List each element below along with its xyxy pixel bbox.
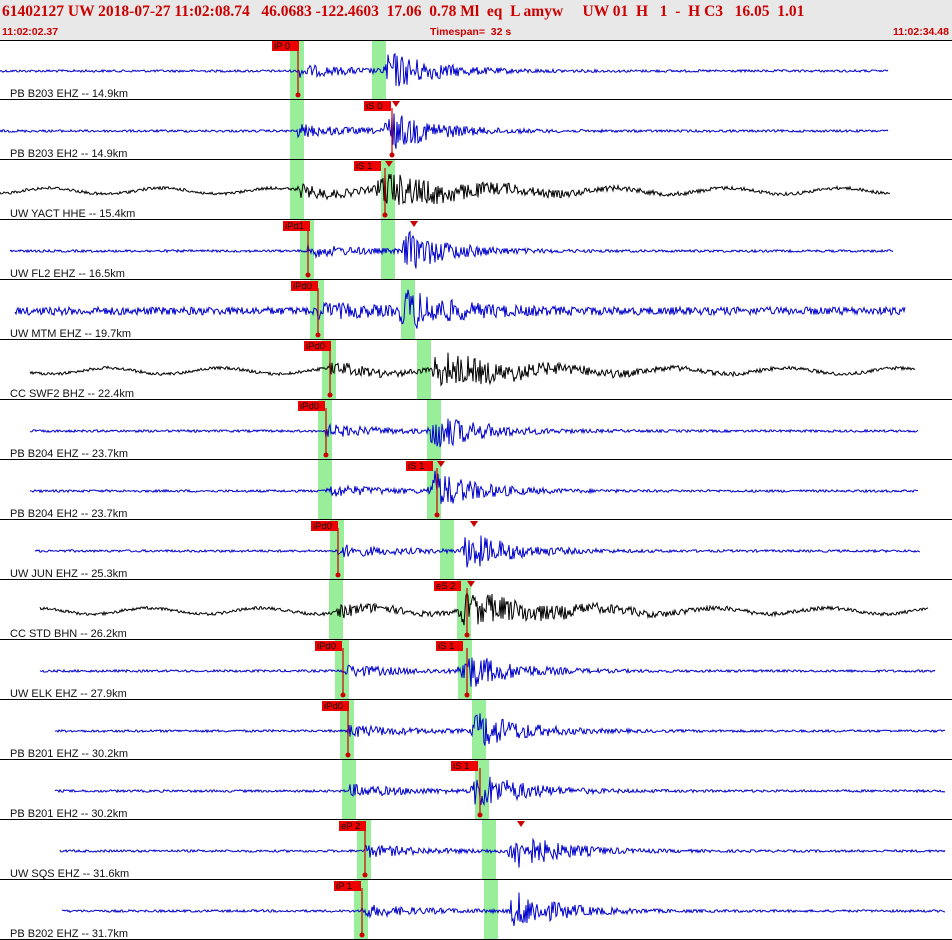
trace-label: UW MTM EHZ -- 19.7km bbox=[10, 328, 131, 340]
trace-label: UW JUN EHZ -- 25.3km bbox=[10, 568, 127, 580]
pick-dot bbox=[464, 632, 470, 638]
trace-label: PB B201 EH2 -- 30.2km bbox=[10, 808, 127, 820]
trace-label: PB B204 EHZ -- 23.7km bbox=[10, 448, 128, 460]
trace-row[interactable]: iS 1 PB B204 EH2 -- 23.7km bbox=[0, 460, 952, 520]
trace-row[interactable]: iPd0 iS 1 UW ELK EHZ -- 27.9km bbox=[0, 640, 952, 700]
trace-row[interactable]: iS 1 PB B201 EH2 -- 30.2km bbox=[0, 760, 952, 820]
pick-dot bbox=[335, 572, 341, 578]
waveform-line bbox=[9, 230, 894, 269]
trace-row[interactable]: iS 0 PB B203 EH2 -- 14.9km bbox=[0, 100, 952, 160]
trace-row[interactable]: iPd0 CC SWF2 BHZ -- 22.4km bbox=[0, 340, 952, 400]
trace-label: UW FL2 EHZ -- 16.5km bbox=[10, 268, 125, 280]
pick-label: iPd0 bbox=[313, 521, 332, 532]
start-time: 11:02:02.37 bbox=[2, 26, 59, 38]
pick-dot bbox=[315, 332, 321, 338]
trace-label: CC SWF2 BHZ -- 22.4km bbox=[10, 388, 134, 400]
pick-dot bbox=[389, 152, 395, 158]
waveform-line bbox=[39, 590, 929, 626]
pick-label: iP 0 bbox=[274, 41, 290, 52]
waveform-line bbox=[39, 657, 936, 687]
pick-dot bbox=[323, 452, 329, 458]
pick-dot bbox=[382, 212, 388, 218]
pick-dot bbox=[477, 812, 483, 818]
waveform-line bbox=[0, 113, 889, 149]
s-marker-icon bbox=[470, 521, 478, 527]
pick-dot bbox=[327, 392, 333, 398]
pick-dot bbox=[464, 692, 470, 698]
trace-label: PB B204 EH2 -- 23.7km bbox=[10, 508, 127, 520]
pick-label: iPd0 bbox=[300, 401, 319, 412]
pick-label: iS 1 bbox=[356, 161, 372, 172]
pick-label: iP 1 bbox=[336, 881, 352, 892]
trace-row[interactable]: iP 0 PB B203 EHZ -- 14.9km bbox=[0, 40, 952, 100]
pick-dot bbox=[345, 752, 351, 758]
trace-row[interactable]: iP 1 PB B202 EHZ -- 31.7km bbox=[0, 880, 952, 940]
trace-label: CC STD BHN -- 26.2km bbox=[10, 628, 127, 640]
pick-dot bbox=[305, 272, 311, 278]
waveform-line bbox=[0, 173, 891, 205]
s-window bbox=[401, 280, 415, 340]
waveform-line bbox=[29, 352, 916, 387]
waveform-line bbox=[29, 470, 919, 504]
s-marker-icon bbox=[517, 821, 525, 827]
seismogram-panel[interactable]: iP 0 PB B203 EHZ -- 14.9km iS 0 PB B203 EH2… bbox=[0, 40, 952, 940]
trace-row[interactable]: iPd1 UW FL2 EHZ -- 16.5km bbox=[0, 220, 952, 280]
trace-row[interactable]: iPd0 UW MTM EHZ -- 19.7km bbox=[0, 280, 952, 340]
trace-row[interactable]: iPd0 UW JUN EHZ -- 25.3km bbox=[0, 520, 952, 580]
waveform-line bbox=[34, 535, 921, 568]
pick-label: iS 0 bbox=[366, 101, 382, 112]
trace-row[interactable]: iPd0 PB B204 EHZ -- 23.7km bbox=[0, 400, 952, 460]
waveform-line bbox=[61, 892, 946, 927]
waveform-line bbox=[54, 776, 946, 807]
waveform-line bbox=[29, 418, 919, 448]
trace-label: PB B202 EHZ -- 31.7km bbox=[10, 928, 128, 940]
trace-row[interactable]: eP 2 UW SQS EHZ -- 31.6km bbox=[0, 820, 952, 880]
pick-dot bbox=[362, 872, 368, 878]
trace-row[interactable]: eS 2 CC STD BHN -- 26.2km bbox=[0, 580, 952, 640]
trace-label: PB B201 EHZ -- 30.2km bbox=[10, 748, 128, 760]
waveform-line bbox=[54, 713, 946, 746]
timespan-label: Timespan= 32 s bbox=[430, 26, 512, 38]
waveform-line bbox=[14, 289, 906, 329]
pick-label: iPd1 bbox=[285, 221, 304, 232]
pick-dot bbox=[359, 932, 365, 938]
pick-label: iPd0 bbox=[293, 281, 312, 292]
pick-label: iPd0 bbox=[317, 641, 336, 652]
trace-label: PB B203 EHZ -- 14.9km bbox=[10, 88, 128, 100]
pick-label: eS 2 bbox=[436, 581, 456, 592]
s-marker-icon bbox=[410, 221, 418, 227]
pick-dot bbox=[340, 692, 346, 698]
pick-dot bbox=[295, 92, 301, 98]
waveform-line bbox=[0, 52, 889, 87]
trace-row[interactable]: iS 1 UW YACT HHE -- 15.4km bbox=[0, 160, 952, 220]
trace-label: UW ELK EHZ -- 27.9km bbox=[10, 688, 127, 700]
pick-label: eP 2 bbox=[341, 821, 360, 832]
trace-label: UW YACT HHE -- 15.4km bbox=[10, 208, 135, 220]
s-marker-icon bbox=[392, 101, 400, 107]
trace-label: UW SQS EHZ -- 31.6km bbox=[10, 868, 129, 880]
pick-label: iPd0 bbox=[306, 341, 325, 352]
pick-label: iPd0 bbox=[324, 701, 343, 712]
trace-row[interactable]: iPd0 PB B201 EHZ -- 30.2km bbox=[0, 700, 952, 760]
event-header: 61402127 UW 2018-07-27 11:02:08.74 46.06… bbox=[0, 0, 952, 40]
trace-label: PB B203 EH2 -- 14.9km bbox=[10, 148, 127, 160]
pick-label: iS 1 bbox=[438, 641, 454, 652]
event-title: 61402127 UW 2018-07-27 11:02:08.74 46.06… bbox=[2, 3, 805, 20]
end-time: 11:02:34.48 bbox=[892, 26, 949, 38]
pick-label: iS 1 bbox=[453, 761, 469, 772]
pick-label: iS 1 bbox=[408, 461, 424, 472]
waveform-line bbox=[59, 837, 946, 868]
pick-dot bbox=[434, 512, 440, 518]
